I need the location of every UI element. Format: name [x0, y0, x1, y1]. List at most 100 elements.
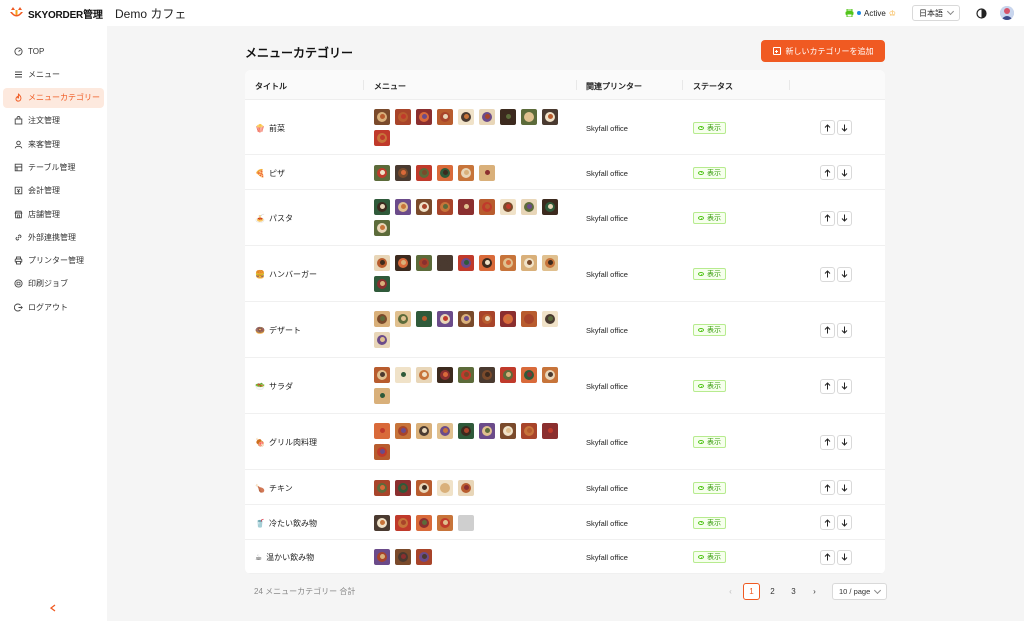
- menu-item-thumbnail[interactable]: [395, 109, 411, 125]
- menu-item-thumbnail[interactable]: [500, 255, 516, 271]
- menu-item-thumbnail[interactable]: [437, 164, 453, 181]
- table-row[interactable]: 🍕 ピザ Skyfall office 表示: [245, 155, 885, 190]
- table-row[interactable]: 🥤 冷たい飲み物 Skyfall office 表示: [245, 505, 885, 540]
- menu-item-thumbnail[interactable]: [374, 514, 390, 531]
- move-up-button[interactable]: [820, 434, 835, 450]
- table-row[interactable]: ☕ 温かい飲み物 Skyfall office 表示: [245, 540, 885, 574]
- menu-item-thumbnail[interactable]: [500, 423, 516, 439]
- move-down-button[interactable]: [837, 165, 852, 180]
- prev-page-button[interactable]: ‹: [722, 583, 739, 600]
- menu-item-thumbnail[interactable]: [521, 367, 537, 383]
- menu-item-thumbnail[interactable]: [416, 549, 432, 565]
- table-row[interactable]: 🍗 チキン Skyfall office 表示: [245, 470, 885, 505]
- move-up-button[interactable]: [820, 378, 835, 394]
- menu-item-thumbnail[interactable]: [374, 549, 390, 565]
- menu-item-thumbnail[interactable]: [374, 332, 390, 348]
- menu-item-thumbnail[interactable]: [374, 367, 390, 383]
- move-up-button[interactable]: [820, 120, 835, 135]
- menu-item-thumbnail[interactable]: [374, 109, 390, 125]
- menu-item-thumbnail[interactable]: [479, 199, 495, 215]
- menu-item-thumbnail[interactable]: [395, 199, 411, 215]
- menu-item-thumbnail[interactable]: [437, 514, 453, 531]
- menu-item-thumbnail[interactable]: [521, 423, 537, 439]
- sidebar-item-printers[interactable]: プリンター管理: [3, 251, 104, 271]
- theme-toggle-button[interactable]: [974, 6, 988, 20]
- menu-item-thumbnail[interactable]: [542, 199, 558, 215]
- menu-item-thumbnail[interactable]: [374, 423, 390, 439]
- sidebar-item-menu-category[interactable]: メニューカテゴリー: [3, 87, 104, 108]
- brand[interactable]: SKYORDER管理: [0, 6, 107, 21]
- move-up-button[interactable]: [820, 515, 835, 530]
- sidebar-item-print-jobs[interactable]: 印刷ジョブ: [3, 274, 104, 294]
- menu-item-thumbnail[interactable]: [374, 130, 390, 146]
- menu-item-thumbnail[interactable]: [437, 311, 453, 327]
- sidebar-item-accounting[interactable]: 会計管理: [3, 181, 104, 201]
- move-down-button[interactable]: [837, 515, 852, 530]
- table-row[interactable]: 🍝 パスタ Skyfall office 表示: [245, 190, 885, 246]
- move-up-button[interactable]: [820, 322, 835, 338]
- sidebar-item-menu[interactable]: メニュー: [3, 64, 104, 84]
- move-up-button[interactable]: [820, 266, 835, 282]
- menu-item-thumbnail[interactable]: [395, 423, 411, 439]
- menu-item-thumbnail[interactable]: [395, 255, 411, 271]
- menu-item-thumbnail[interactable]: [374, 255, 390, 271]
- menu-item-thumbnail[interactable]: [395, 549, 411, 565]
- menu-item-thumbnail[interactable]: [479, 423, 495, 439]
- move-up-button[interactable]: [820, 165, 835, 180]
- menu-item-thumbnail[interactable]: [458, 109, 474, 125]
- menu-item-thumbnail[interactable]: [458, 423, 474, 439]
- user-avatar[interactable]: [1000, 6, 1014, 20]
- menu-item-thumbnail[interactable]: [374, 388, 390, 404]
- menu-item-thumbnail[interactable]: [374, 220, 390, 236]
- menu-item-thumbnail[interactable]: [521, 311, 537, 327]
- language-select[interactable]: 日本語: [912, 5, 960, 21]
- menu-item-thumbnail[interactable]: [458, 514, 474, 531]
- menu-item-thumbnail[interactable]: [458, 479, 474, 496]
- menu-item-thumbnail[interactable]: [500, 367, 516, 383]
- move-down-button[interactable]: [837, 210, 852, 226]
- menu-item-thumbnail[interactable]: [416, 423, 432, 439]
- menu-item-thumbnail[interactable]: [542, 367, 558, 383]
- menu-item-thumbnail[interactable]: [479, 255, 495, 271]
- menu-item-thumbnail[interactable]: [479, 367, 495, 383]
- menu-item-thumbnail[interactable]: [479, 109, 495, 125]
- move-down-button[interactable]: [837, 266, 852, 282]
- menu-item-thumbnail[interactable]: [416, 479, 432, 496]
- menu-item-thumbnail[interactable]: [458, 311, 474, 327]
- menu-item-thumbnail[interactable]: [374, 199, 390, 215]
- menu-item-thumbnail[interactable]: [374, 479, 390, 496]
- page-2-button[interactable]: 2: [764, 583, 781, 600]
- menu-item-thumbnail[interactable]: [500, 199, 516, 215]
- add-category-button[interactable]: 新しいカテゴリーを追加: [761, 40, 885, 62]
- menu-item-thumbnail[interactable]: [437, 479, 453, 496]
- next-page-button[interactable]: ›: [806, 583, 823, 600]
- menu-item-thumbnail[interactable]: [479, 164, 495, 181]
- move-down-button[interactable]: [837, 549, 852, 565]
- move-down-button[interactable]: [837, 322, 852, 338]
- menu-item-thumbnail[interactable]: [458, 164, 474, 181]
- sidebar-item-logout[interactable]: ログアウト: [3, 297, 104, 317]
- menu-item-thumbnail[interactable]: [374, 444, 390, 460]
- menu-item-thumbnail[interactable]: [521, 255, 537, 271]
- menu-item-thumbnail[interactable]: [416, 367, 432, 383]
- sidebar-item-visitors[interactable]: 来客管理: [3, 134, 104, 154]
- menu-item-thumbnail[interactable]: [395, 367, 411, 383]
- table-row[interactable]: 🥗 サラダ Skyfall office 表示: [245, 358, 885, 414]
- menu-item-thumbnail[interactable]: [395, 164, 411, 181]
- sidebar-item-integrations[interactable]: 外部連携管理: [3, 227, 104, 247]
- move-down-button[interactable]: [837, 378, 852, 394]
- menu-item-thumbnail[interactable]: [416, 311, 432, 327]
- move-down-button[interactable]: [837, 434, 852, 450]
- menu-item-thumbnail[interactable]: [395, 311, 411, 327]
- move-up-button[interactable]: [820, 549, 835, 565]
- menu-item-thumbnail[interactable]: [437, 255, 453, 271]
- page-size-select[interactable]: 10 / page: [832, 583, 888, 600]
- menu-item-thumbnail[interactable]: [479, 311, 495, 327]
- menu-item-thumbnail[interactable]: [416, 109, 432, 125]
- menu-item-thumbnail[interactable]: [416, 255, 432, 271]
- menu-item-thumbnail[interactable]: [437, 109, 453, 125]
- table-row[interactable]: 🍖 グリル肉料理 Skyfall office 表示: [245, 414, 885, 470]
- menu-item-thumbnail[interactable]: [416, 164, 432, 181]
- move-up-button[interactable]: [820, 480, 835, 495]
- menu-item-thumbnail[interactable]: [437, 199, 453, 215]
